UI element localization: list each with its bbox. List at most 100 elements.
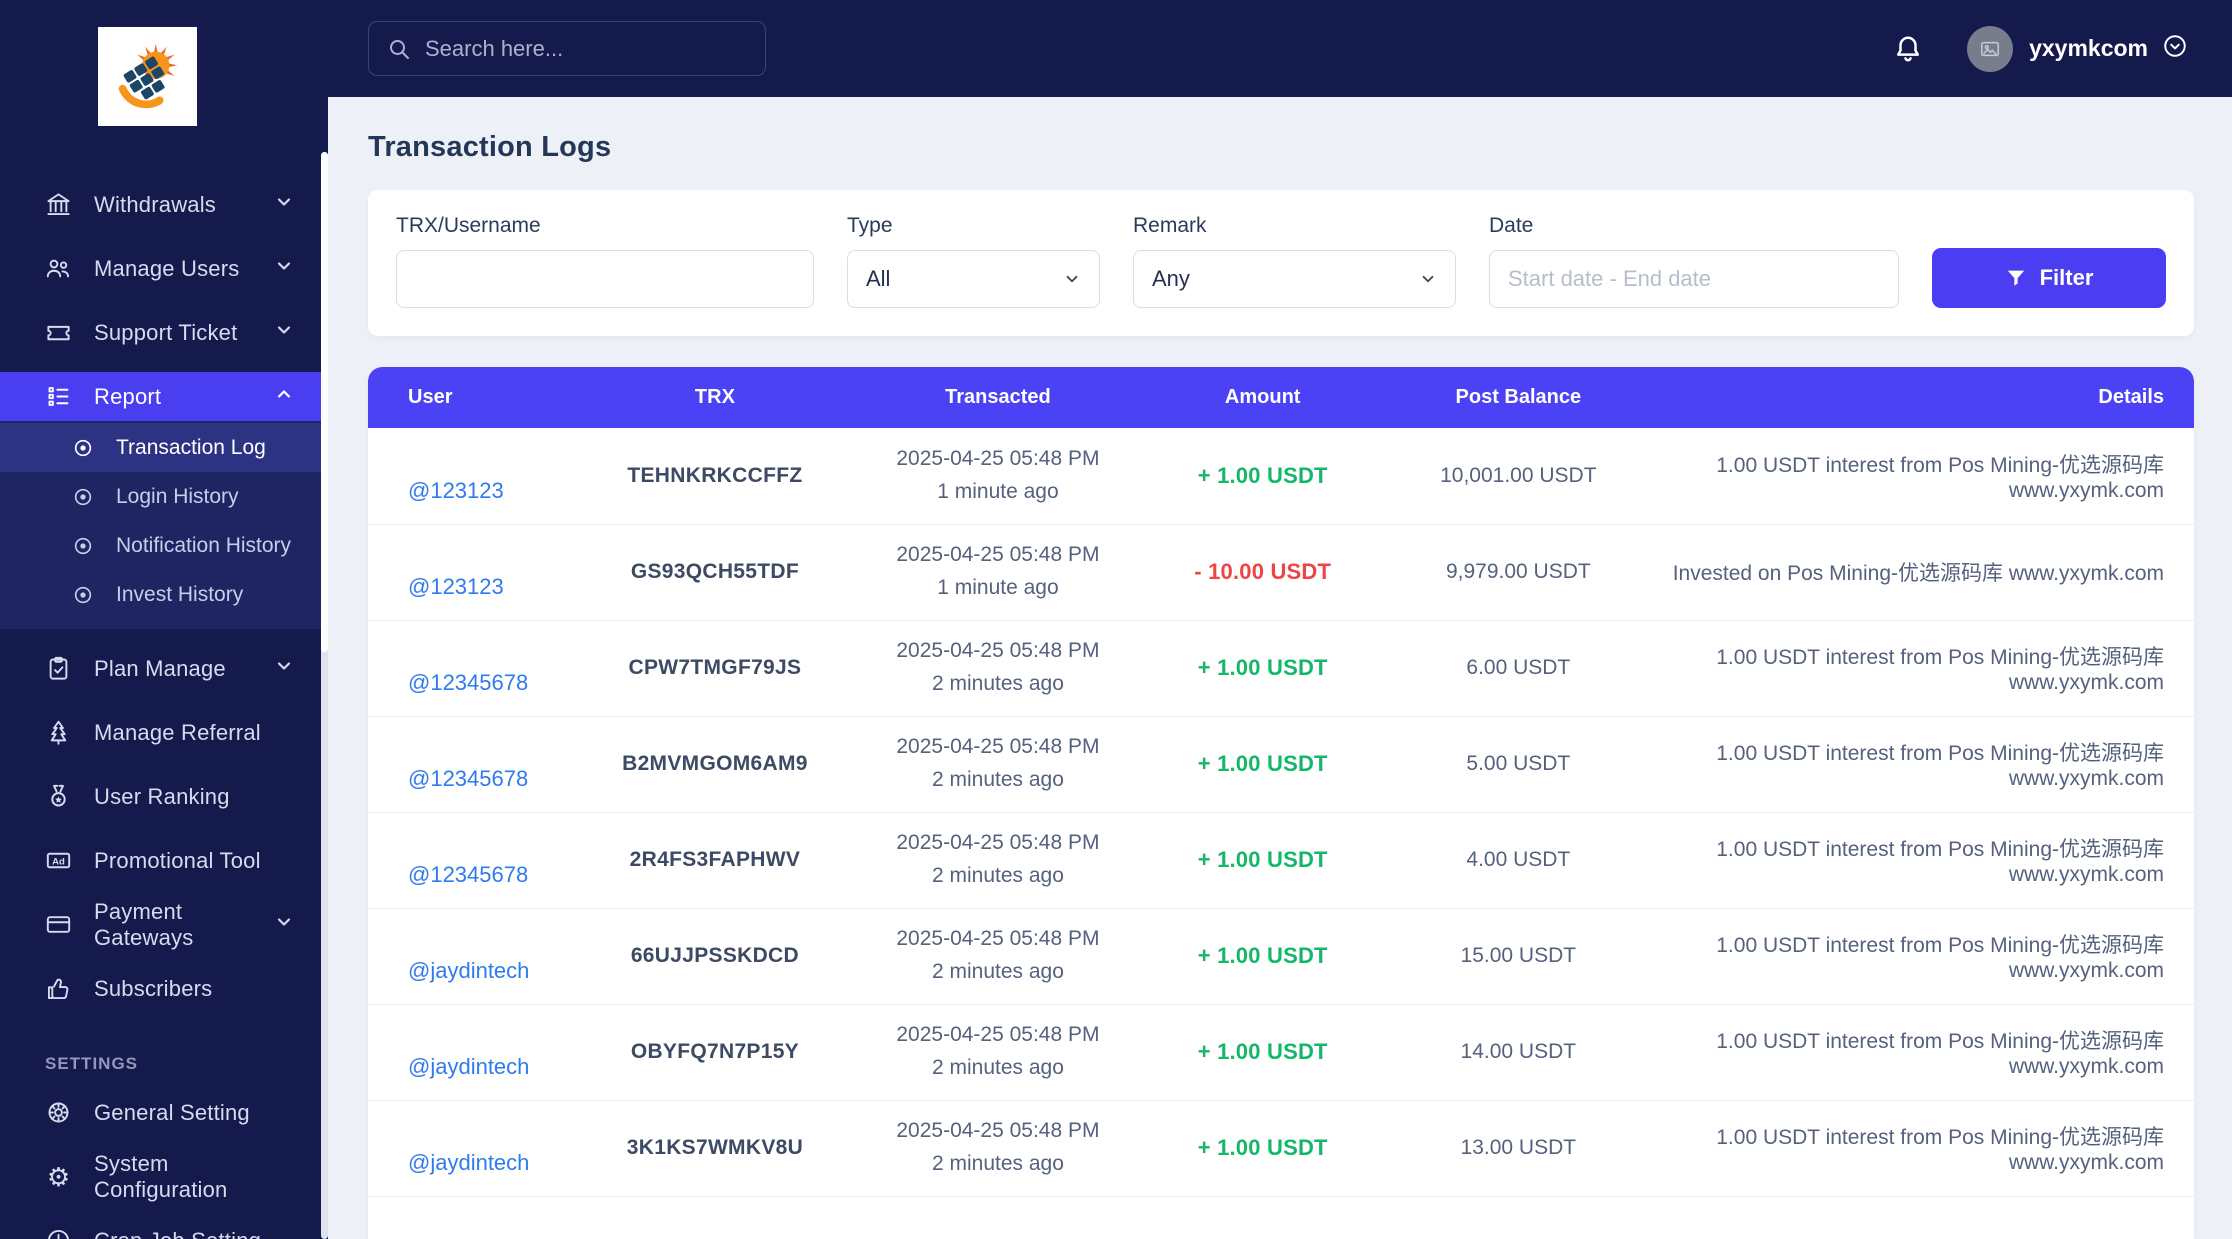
type-label: Type <box>847 214 893 237</box>
circle-dot-icon <box>72 535 94 557</box>
avatar[interactable] <box>1967 25 2014 72</box>
transacted-date: 2025-04-25 05:48 PM <box>896 831 1100 855</box>
type-select[interactable]: All <box>847 250 1100 308</box>
transacted-ago: 2 minutes ago <box>931 768 1064 791</box>
post-balance-value: 4.00 USDT <box>1466 848 1571 871</box>
trx-code: B2MVMGOM6AM9 <box>622 752 808 775</box>
amount-value: + 1.00 USDT <box>1197 751 1328 776</box>
sidebar-item-transaction-log[interactable]: Transaction Log <box>0 423 328 472</box>
table-header: User TRX Transacted Amount Post Balance … <box>368 367 2194 428</box>
user-link[interactable]: @jaydintech <box>408 1150 529 1176</box>
table-row: @jaydintech 66UJJPSSKDCD 2025-04-25 05:4… <box>368 908 2194 1004</box>
image-placeholder-icon <box>1981 41 2000 56</box>
trx-username-input[interactable] <box>415 266 795 292</box>
sidebar-item-subscribers[interactable]: Subscribers <box>0 964 328 1013</box>
remark-select-value: Any <box>1152 266 1190 291</box>
amount-value: - 10.00 USDT <box>1194 559 1332 584</box>
col-post-balance: Post Balance <box>1372 367 1665 428</box>
sidebar-item-label: Plan Manage <box>94 655 226 681</box>
user-link[interactable]: @12345678 <box>408 862 528 888</box>
app-window: Withdrawals Manage Users Support Ticket <box>0 0 2232 1239</box>
transacted-date: 2025-04-25 05:48 PM <box>896 1119 1100 1143</box>
sidebar-item-notification-history[interactable]: Notification History <box>0 521 328 570</box>
date-range-input[interactable] <box>1508 266 1880 292</box>
sidebar-item-plan-manage[interactable]: Plan Manage <box>0 644 328 693</box>
transacted-cell: 2025-04-25 05:48 PM 2 minutes ago <box>843 1004 1153 1100</box>
ticket-icon <box>45 319 72 346</box>
details-text: 1.00 USDT interest from Pos Mining-优选源码库… <box>1716 453 2164 502</box>
sidebar-item-invest-history[interactable]: Invest History <box>0 570 328 619</box>
user-menu-chevron-icon[interactable] <box>2162 33 2188 64</box>
user-link[interactable]: @123123 <box>408 574 504 600</box>
report-list-icon <box>45 383 72 410</box>
user-link[interactable]: @jaydintech <box>408 958 529 984</box>
trx-code: TEHNKRKCCFFZ <box>627 463 803 487</box>
sidebar-item-manage-referral[interactable]: Manage Referral <box>0 708 328 757</box>
col-amount: Amount <box>1153 367 1373 428</box>
chevron-down-icon <box>274 656 294 681</box>
table-row: @12345678 2R4FS3FAPHWV 2025-04-25 05:48 … <box>368 812 2194 908</box>
search-input[interactable] <box>425 35 747 62</box>
transacted-ago: 1 minute ago <box>937 576 1059 599</box>
report-submenu: Transaction Log Login History Notificati… <box>0 421 328 629</box>
ad-icon: Ad <box>45 847 72 874</box>
search-box <box>368 21 766 76</box>
remark-select[interactable]: Any <box>1133 250 1456 308</box>
topbar: yxymkcom <box>328 0 2232 97</box>
transacted-date: 2025-04-25 05:48 PM <box>896 543 1100 567</box>
user-link[interactable]: @123123 <box>408 478 504 504</box>
sidebar-item-user-ranking[interactable]: User Ranking <box>0 772 328 821</box>
post-balance-value: 15.00 USDT <box>1460 944 1577 967</box>
post-balance-value: 10,001.00 USDT <box>1440 463 1597 487</box>
user-link[interactable]: @12345678 <box>408 766 528 792</box>
details-text: 1.00 USDT interest from Pos Mining-优选源码库… <box>1716 1030 2164 1078</box>
topbar-right: yxymkcom <box>1893 25 2188 72</box>
details-text: 1.00 USDT interest from Pos Mining-优选源码库… <box>1716 742 2164 790</box>
clipboard-icon <box>45 655 72 682</box>
transacted-ago: 2 minutes ago <box>931 1056 1064 1079</box>
transacted-cell: 2025-04-25 05:48 PM 1 minute ago <box>843 428 1153 524</box>
sidebar-item-label: Manage Users <box>94 255 240 281</box>
trx-code: 3K1KS7WMKV8U <box>626 1136 804 1159</box>
circle-dot-icon <box>72 437 94 459</box>
post-balance-value: 5.00 USDT <box>1466 752 1571 775</box>
chevron-down-icon <box>274 320 294 345</box>
sidebar-scrollbar-thumb[interactable] <box>321 152 328 652</box>
transacted-ago: 2 minutes ago <box>931 1152 1064 1175</box>
sidebar-scrollbar[interactable] <box>321 152 328 1239</box>
sidebar-item-withdrawals[interactable]: Withdrawals <box>0 180 328 229</box>
sidebar-item-manage-users[interactable]: Manage Users <box>0 244 328 293</box>
details-text: 1.00 USDT interest from Pos Mining-优选源码库… <box>1716 838 2164 886</box>
trx-code: GS93QCH55TDF <box>630 560 799 583</box>
filter-button[interactable]: Filter <box>1932 248 2166 308</box>
brand-logo[interactable] <box>98 27 197 126</box>
sidebar-item-system-configuration[interactable]: ⚙ System Configuration <box>0 1151 328 1202</box>
user-link[interactable]: @12345678 <box>408 670 528 696</box>
trx-code: OBYFQ7N7P15Y <box>630 1040 799 1063</box>
transactions-table-card: User TRX Transacted Amount Post Balance … <box>368 367 2194 1239</box>
sidebar-item-general-setting[interactable]: General Setting <box>0 1088 328 1137</box>
details-text: Invested on Pos Mining-优选源码库 www.yxymk.c… <box>1672 562 2164 585</box>
user-link[interactable]: @jaydintech <box>408 1054 529 1080</box>
username-label[interactable]: yxymkcom <box>2029 35 2148 62</box>
sidebar-item-cron-job-setting[interactable]: Cron Job Setting <box>0 1216 328 1239</box>
sidebar-item-payment-gateways[interactable]: Payment Gateways <box>0 899 328 950</box>
sidebar-item-label: Promotional Tool <box>94 847 261 873</box>
type-field: Type All <box>847 214 1100 308</box>
sidebar-item-report[interactable]: Report <box>0 372 328 421</box>
sidebar-item-promotional-tool[interactable]: Ad Promotional Tool <box>0 836 328 885</box>
table-row: @jaydintech 3K1KS7WMKV8U 2025-04-25 05:4… <box>368 1100 2194 1196</box>
trx-username-label: TRX/Username <box>396 214 541 237</box>
sidebar-item-login-history[interactable]: Login History <box>0 472 328 521</box>
page-title: Transaction Logs <box>368 131 612 163</box>
sidebar-item-support-ticket[interactable]: Support Ticket <box>0 308 328 357</box>
search-icon <box>390 39 409 59</box>
col-transacted: Transacted <box>842 367 1154 428</box>
transacted-ago: 2 minutes ago <box>931 864 1064 887</box>
post-balance-value: 9,979.00 USDT <box>1445 560 1591 583</box>
thumbs-up-icon <box>45 975 72 1002</box>
notifications-bell-icon[interactable] <box>1893 33 1923 65</box>
chevron-down-icon <box>1066 275 1078 283</box>
amount-value: + 1.00 USDT <box>1197 462 1328 488</box>
col-trx: TRX <box>587 367 843 428</box>
